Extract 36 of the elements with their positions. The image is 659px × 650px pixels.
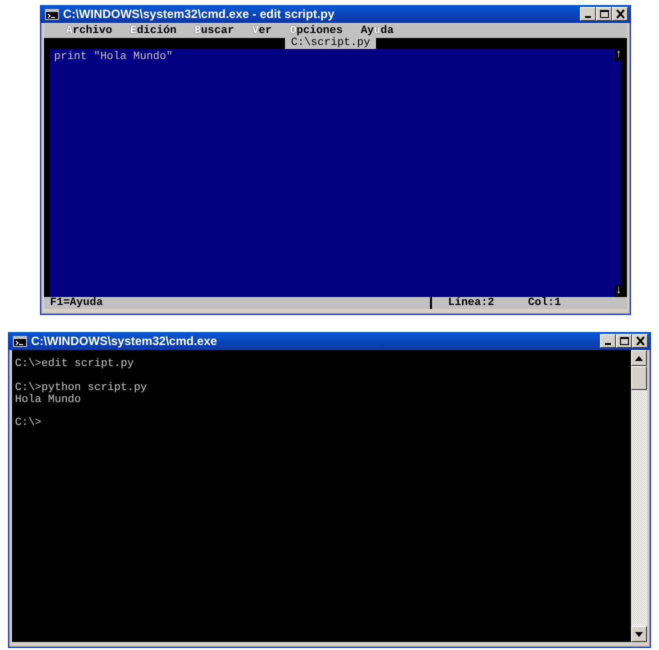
- scroll-thumb[interactable]: [631, 366, 647, 390]
- close-button[interactable]: [612, 7, 628, 21]
- console-line: C:\>edit script.py: [15, 358, 135, 370]
- document-title: C:\script.py: [285, 38, 376, 49]
- up-arrow-icon: [635, 356, 643, 360]
- menu-item[interactable]: Ayuda: [360, 24, 394, 38]
- minimize-button[interactable]: [600, 334, 616, 348]
- maximize-button[interactable]: [616, 334, 632, 348]
- minimize-button[interactable]: [580, 7, 596, 21]
- console-app-icon: [45, 8, 59, 20]
- menu-item[interactable]: Opciones: [290, 24, 343, 38]
- menu-item[interactable]: Archivo: [66, 24, 112, 38]
- console-app-icon: [13, 336, 27, 346]
- close-icon: [614, 9, 626, 19]
- menu-item[interactable]: Buscar: [194, 24, 234, 38]
- window-title: C:\WINDOWS\system32\cmd.exe: [31, 334, 218, 348]
- maximize-icon: [618, 336, 630, 346]
- help-hint: F1=Ayuda: [50, 297, 104, 309]
- line-indicator: Línea:2: [448, 297, 496, 309]
- down-arrow-icon: [635, 632, 643, 636]
- console-line: C:\>python script.py: [15, 382, 148, 394]
- scroll-up-button[interactable]: [631, 350, 647, 366]
- console-line: Hola Mundo: [15, 394, 82, 406]
- minimize-icon: [585, 16, 591, 18]
- close-button[interactable]: [632, 334, 648, 348]
- scroll-down-button[interactable]: [631, 626, 647, 642]
- menu-item[interactable]: Edición: [130, 24, 176, 38]
- close-icon: [634, 336, 646, 346]
- maximize-icon: [598, 9, 610, 19]
- minimize-icon: [605, 343, 611, 345]
- window-title: C:\WINDOWS\system32\cmd.exe - edit script.py: [63, 7, 336, 21]
- column-indicator: Col:1: [528, 297, 562, 309]
- maximize-button[interactable]: [596, 7, 612, 21]
- menu-item[interactable]: Ver: [252, 24, 272, 38]
- code-line: print "Hola Mundo": [54, 51, 174, 63]
- console-line: C:\>: [15, 417, 42, 429]
